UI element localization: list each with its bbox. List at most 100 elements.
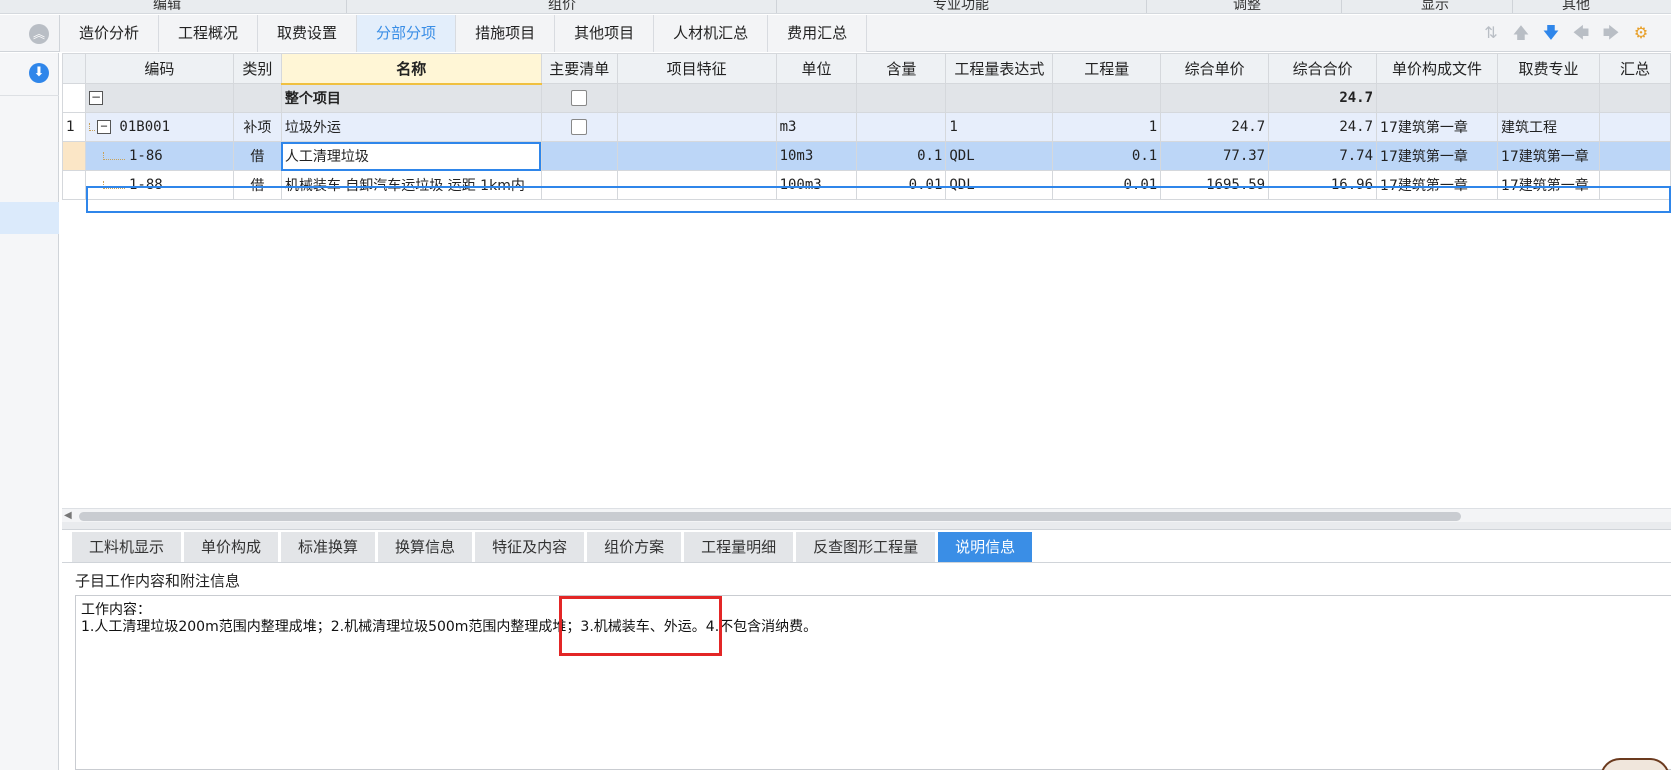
code-cell[interactable]: 1-86 xyxy=(84,141,234,171)
category-cell[interactable]: 补项 xyxy=(232,112,282,142)
category-cell[interactable] xyxy=(232,83,282,113)
category-cell[interactable]: 借 xyxy=(232,141,282,171)
tab-labor-material-display[interactable]: 工料机显示 xyxy=(72,532,182,562)
fee-specialty-cell[interactable]: 建筑工程 xyxy=(1496,112,1600,142)
download-icon[interactable]: ⬇ xyxy=(29,63,49,83)
fee-specialty-cell[interactable]: 17建筑第一章 xyxy=(1496,170,1600,200)
collapse-icon[interactable]: − xyxy=(88,91,103,105)
unit-price-cell[interactable]: 77.37 xyxy=(1160,141,1270,171)
tab-description-info[interactable]: 说明信息 xyxy=(938,532,1033,562)
unit-cell[interactable]: 10m3 xyxy=(775,141,858,171)
arrow-right-icon[interactable]: 🡆 xyxy=(1601,23,1621,43)
column-header-content[interactable]: 含量 xyxy=(856,53,947,84)
column-header-name[interactable]: 名称 xyxy=(280,53,542,85)
arrow-down-icon[interactable]: 🡇 xyxy=(1541,23,1561,43)
name-cell[interactable]: 垃圾外运 xyxy=(280,112,542,142)
total-price-cell[interactable]: 16.96 xyxy=(1268,170,1378,200)
arrow-up-icon[interactable]: 🡅 xyxy=(1511,23,1531,43)
horizontal-scrollbar[interactable]: ◀ xyxy=(62,508,1671,522)
quantity-cell[interactable]: 0.1 xyxy=(1052,141,1162,171)
summary-cell[interactable] xyxy=(1598,170,1671,200)
pane-splitter[interactable] xyxy=(62,522,1671,530)
ribbon-group-professional[interactable]: 专业功能 xyxy=(933,0,989,13)
price-file-cell[interactable] xyxy=(1376,83,1498,113)
column-header-feature[interactable]: 项目特征 xyxy=(616,53,777,84)
tab-project-overview[interactable]: 工程概况 xyxy=(159,15,259,52)
code-cell[interactable]: 1-88 xyxy=(84,170,234,200)
price-file-cell[interactable]: 17建筑第一章 xyxy=(1376,112,1498,142)
tab-pricing-scheme[interactable]: 组价方案 xyxy=(587,532,682,562)
column-header-total-price[interactable]: 综合合价 xyxy=(1268,53,1378,84)
category-cell[interactable]: 借 xyxy=(232,170,282,200)
total-price-cell[interactable]: 24.7 xyxy=(1268,112,1378,142)
total-price-cell[interactable]: 24.7 xyxy=(1268,83,1378,113)
scrollbar-thumb[interactable] xyxy=(79,512,1461,521)
unit-price-cell[interactable] xyxy=(1160,83,1270,113)
main-list-cell[interactable] xyxy=(540,83,618,113)
code-cell[interactable]: − xyxy=(84,83,234,113)
name-cell[interactable]: 整个项目 xyxy=(280,83,542,113)
column-header-price-file[interactable]: 单价构成文件 xyxy=(1376,53,1498,84)
content-cell[interactable] xyxy=(856,83,947,113)
main-list-cell[interactable] xyxy=(540,170,618,200)
tab-standard-conversion[interactable]: 标准换算 xyxy=(281,532,376,562)
table-row-sub-item-selected[interactable]: 1-86 借 人工清理垃圾 10m3 0.1 QDL 0.1 77.37 7.7… xyxy=(62,141,1671,171)
code-cell[interactable]: − 01B001 xyxy=(84,112,234,142)
main-list-cell[interactable] xyxy=(540,112,618,142)
unit-cell[interactable]: m3 xyxy=(775,112,858,142)
table-row-item[interactable]: 1 − 01B001 补项 垃圾外运 m3 1 1 24.7 24.7 17建筑… xyxy=(62,112,1671,142)
unit-cell[interactable] xyxy=(775,83,858,113)
arrow-left-icon[interactable]: 🡄 xyxy=(1571,23,1591,43)
tab-cost-summary[interactable]: 费用汇总 xyxy=(768,15,868,52)
tab-quantity-detail[interactable]: 工程量明细 xyxy=(684,532,794,562)
ribbon-group-edit[interactable]: 编辑 xyxy=(153,0,181,13)
table-row-sub-item[interactable]: 1-88 借 机械装车 自卸汽车运垃圾 运距 1km内 100m3 0.01 Q… xyxy=(62,170,1671,200)
summary-cell[interactable] xyxy=(1598,112,1671,142)
feature-cell[interactable] xyxy=(616,112,777,142)
column-header-unit[interactable]: 单位 xyxy=(775,53,858,84)
tab-fee-settings[interactable]: 取费设置 xyxy=(258,15,358,52)
total-price-cell[interactable]: 7.74 xyxy=(1268,141,1378,171)
content-cell[interactable]: 0.01 xyxy=(856,170,947,200)
name-cell-editing[interactable]: 人工清理垃圾 xyxy=(280,141,542,171)
unit-cell[interactable]: 100m3 xyxy=(775,170,858,200)
column-header-quantity[interactable]: 工程量 xyxy=(1052,53,1162,84)
collapse-icon[interactable]: − xyxy=(96,120,111,134)
main-list-checkbox[interactable] xyxy=(571,119,588,135)
summary-cell[interactable] xyxy=(1598,141,1671,171)
summary-cell[interactable] xyxy=(1598,83,1671,113)
column-header-expression[interactable]: 工程量表达式 xyxy=(945,53,1054,84)
tab-labor-material-summary[interactable]: 人材机汇总 xyxy=(654,15,769,52)
tab-unit-price-composition[interactable]: 单价构成 xyxy=(184,532,279,562)
ribbon-group-adjust[interactable]: 调整 xyxy=(1233,0,1261,13)
price-file-cell[interactable]: 17建筑第一章 xyxy=(1376,141,1498,171)
table-row-whole-project[interactable]: − 整个项目 24.7 xyxy=(62,83,1671,113)
feature-cell[interactable] xyxy=(616,141,777,171)
main-list-checkbox[interactable] xyxy=(571,90,588,106)
expression-cell[interactable]: 1 xyxy=(945,112,1054,142)
quantity-cell[interactable] xyxy=(1052,83,1162,113)
column-header-unit-price[interactable]: 综合单价 xyxy=(1160,53,1270,84)
tab-measures[interactable]: 措施项目 xyxy=(456,15,556,52)
collapse-up-icon[interactable]: ︽ xyxy=(29,24,49,44)
column-header-category[interactable]: 类别 xyxy=(232,53,282,84)
description-textarea[interactable]: 工作内容： 1.人工清理垃圾200m范围内整理成堆；2.机械清理垃圾500m范围… xyxy=(75,595,1671,770)
price-file-cell[interactable]: 17建筑第一章 xyxy=(1376,170,1498,200)
expression-cell[interactable]: QDL xyxy=(945,170,1054,200)
column-header-code[interactable]: 编码 xyxy=(84,53,234,84)
tab-features-content[interactable]: 特征及内容 xyxy=(475,532,585,562)
ribbon-group-display[interactable]: 显示 xyxy=(1421,0,1449,13)
expression-cell[interactable] xyxy=(945,83,1054,113)
tab-reverse-graphic-quantity[interactable]: 反查图形工程量 xyxy=(796,532,936,562)
fee-specialty-cell[interactable] xyxy=(1496,83,1600,113)
quantity-cell[interactable]: 0.01 xyxy=(1052,170,1162,200)
quantity-cell[interactable]: 1 xyxy=(1052,112,1162,142)
fee-specialty-cell[interactable]: 17建筑第一章 xyxy=(1496,141,1600,171)
feature-cell[interactable] xyxy=(616,83,777,113)
ribbon-group-other[interactable]: 其他 xyxy=(1562,0,1590,13)
expression-cell[interactable]: QDL xyxy=(945,141,1054,171)
unit-price-cell[interactable]: 24.7 xyxy=(1160,112,1270,142)
sort-icon[interactable]: ⇅ xyxy=(1481,23,1501,43)
settings-icon[interactable]: ⚙ xyxy=(1631,23,1651,43)
column-header-summary[interactable]: 汇总 xyxy=(1598,53,1671,84)
